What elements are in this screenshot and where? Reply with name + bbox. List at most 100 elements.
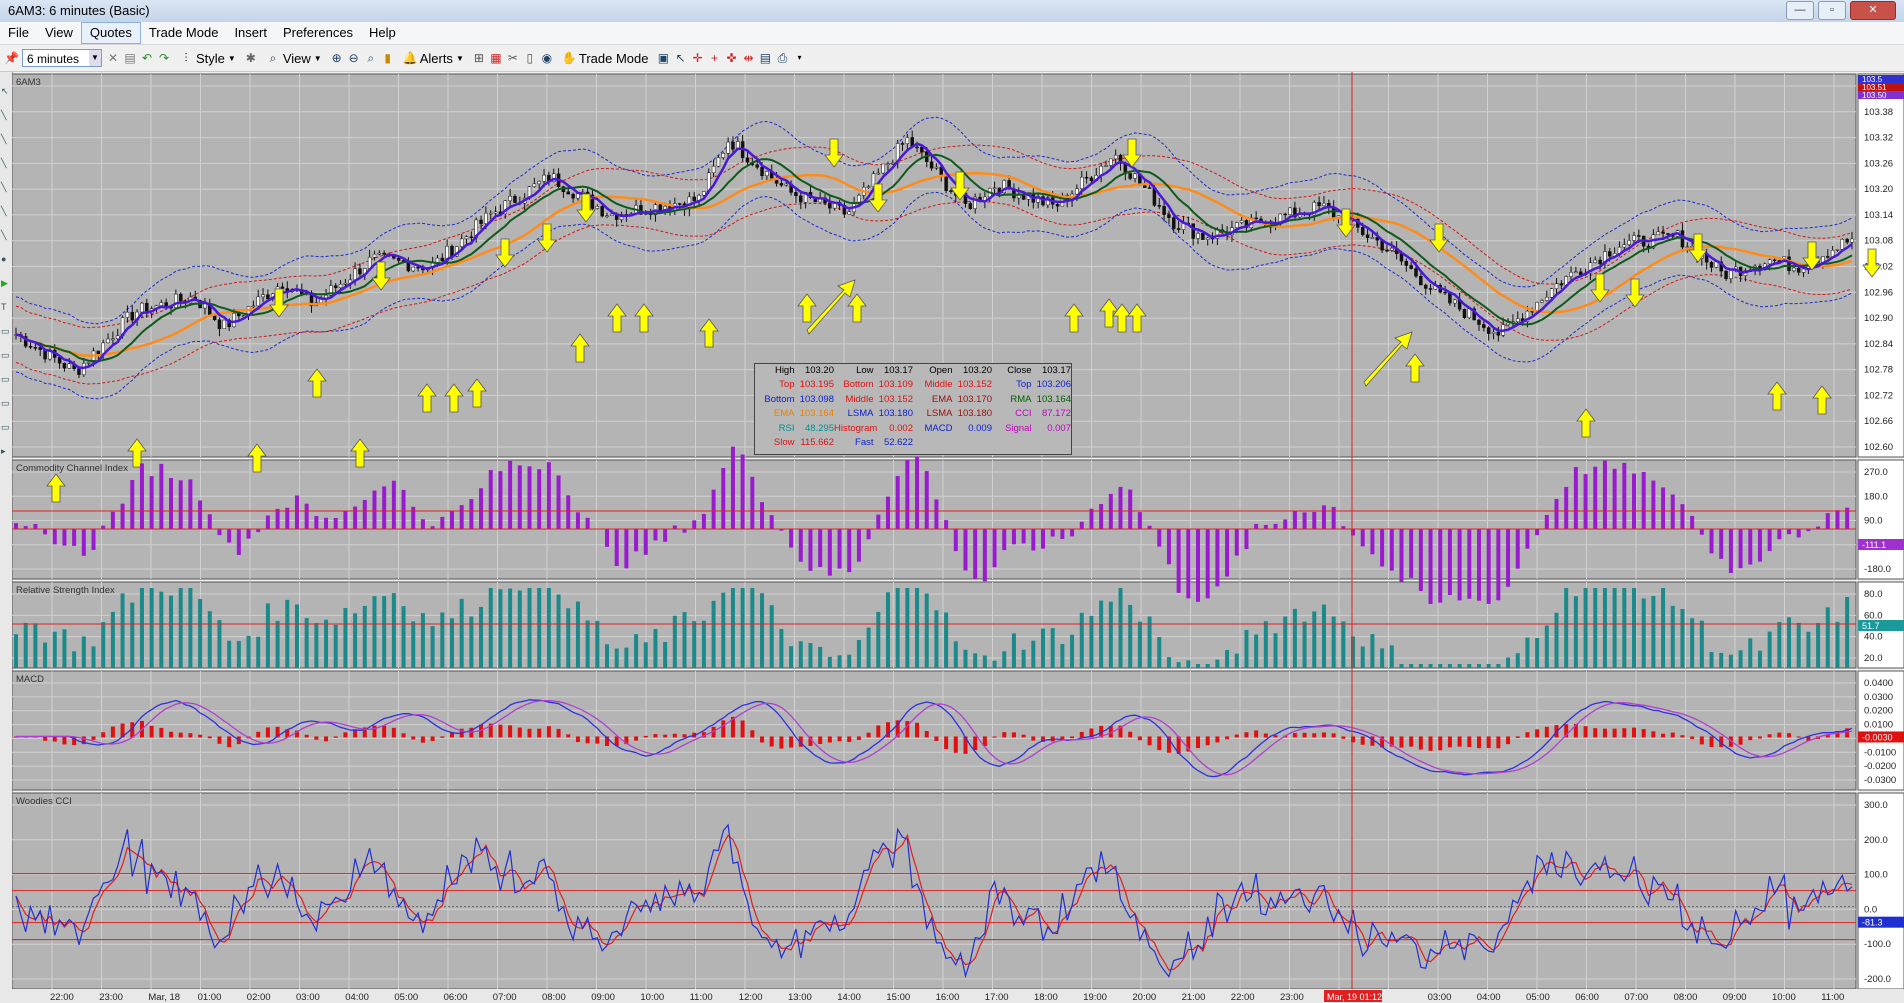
cci-bar xyxy=(294,495,299,530)
candle-body xyxy=(537,181,541,185)
view-button[interactable]: ⌕ View ▼ xyxy=(266,51,321,66)
menu-help[interactable]: Help xyxy=(361,23,404,43)
camera-icon[interactable]: ⎙ xyxy=(775,51,789,65)
undo-icon[interactable]: ↶ xyxy=(140,51,154,65)
pin-icon[interactable]: 📌 xyxy=(4,51,19,65)
cursor-icon[interactable]: ↖ xyxy=(673,51,687,65)
data-window-label: EMA xyxy=(773,408,795,420)
arrow-cross-icon[interactable]: ⇹ xyxy=(741,51,755,65)
bar-chart-icon[interactable]: ▮ xyxy=(381,51,395,65)
rsi-bar xyxy=(333,624,338,668)
line-tool-icon[interactable]: ╲ xyxy=(1,110,11,120)
page-icon[interactable]: ▯ xyxy=(523,51,537,65)
candle-body xyxy=(1685,246,1690,249)
rsi-bar xyxy=(1748,638,1753,668)
rsi-bar xyxy=(353,613,358,668)
cci-bar xyxy=(992,529,997,568)
cci-bar xyxy=(915,456,920,530)
rsi-bar xyxy=(1602,588,1607,668)
macd-histogram-bar xyxy=(1486,736,1491,749)
play-tool-icon[interactable]: ▶ xyxy=(1,278,11,288)
axis-tick-label: 103.14 xyxy=(1864,210,1893,221)
candle-body xyxy=(280,286,285,289)
chevron-down-icon[interactable]: ▼ xyxy=(89,50,101,66)
shape-tool-icon[interactable]: ▭ xyxy=(1,422,11,432)
line-tool-icon[interactable]: ╲ xyxy=(1,134,11,144)
shape-tool-icon[interactable]: ▭ xyxy=(1,398,11,408)
cci-bar xyxy=(110,511,115,530)
axis-tick-label: 102.66 xyxy=(1864,416,1893,427)
cci-bar xyxy=(634,529,639,552)
minimize-button[interactable]: — xyxy=(1786,1,1814,20)
circle-tool-icon[interactable]: ● xyxy=(1,254,11,264)
layout-icon[interactable]: ▤ xyxy=(758,51,772,65)
crosshair-icon[interactable]: ✛ xyxy=(690,51,704,65)
macd-histogram-bar xyxy=(915,722,920,738)
rsi-bar xyxy=(246,635,251,668)
macd-histogram-bar xyxy=(1447,736,1452,748)
axis-tick-label: 180.0 xyxy=(1864,491,1888,502)
rsi-bar xyxy=(856,640,861,668)
macd-histogram-bar xyxy=(198,734,203,738)
redo-icon[interactable]: ↷ xyxy=(157,51,171,65)
shape-tool-icon[interactable]: ▭ xyxy=(1,326,11,336)
zoom-menu-icon[interactable]: ⌕ xyxy=(364,51,378,65)
cci-bar xyxy=(818,529,823,568)
style-button[interactable]: ⫶ Style ▼ xyxy=(179,51,235,66)
candle-body xyxy=(67,363,72,369)
scissors-icon[interactable]: ✂ xyxy=(506,51,520,65)
target-cross-icon[interactable]: ✜ xyxy=(724,51,738,65)
eye-icon[interactable]: ◉ xyxy=(540,51,554,65)
rsi-bar xyxy=(1845,596,1850,668)
candle-body xyxy=(1666,233,1670,235)
overflow-icon[interactable]: ▾ xyxy=(792,51,806,65)
plus-cursor-icon[interactable]: + xyxy=(707,51,721,65)
shape-tool-icon[interactable]: ▭ xyxy=(1,374,11,384)
menu-preferences[interactable]: Preferences xyxy=(275,23,361,43)
cci-bar xyxy=(1757,529,1762,562)
zoom-out-icon[interactable]: ⊖ xyxy=(347,51,361,65)
cci-bar xyxy=(1176,529,1181,593)
maximize-button[interactable]: ▫ xyxy=(1818,1,1846,20)
line-tool-icon[interactable]: ╲ xyxy=(1,158,11,168)
color-palette-icon[interactable]: ▦ xyxy=(489,51,503,65)
copy-icon[interactable]: ▤ xyxy=(123,51,137,65)
macd-histogram-bar xyxy=(1234,734,1239,738)
candle-body xyxy=(1055,203,1060,207)
trade-mode-button[interactable]: ✋ Trade Mode xyxy=(562,51,649,66)
time-axis-label: 11:00 xyxy=(690,992,713,1003)
line-tool-icon[interactable]: ╲ xyxy=(1,182,11,192)
zoom-in-icon[interactable]: ⊕ xyxy=(330,51,344,65)
woodies-axis[interactable] xyxy=(1857,792,1904,990)
shape-tool-icon[interactable]: ▭ xyxy=(1,350,11,360)
rsi-bar xyxy=(517,590,522,668)
line-tool-icon[interactable]: ╲ xyxy=(1,206,11,216)
line-tool-icon[interactable]: ╲ xyxy=(1,230,11,240)
settings-icon[interactable]: ✱ xyxy=(244,51,258,65)
time-axis-label: 09:00 xyxy=(1723,992,1747,1003)
menu-quotes[interactable]: Quotes xyxy=(80,22,141,44)
hierarchy-icon[interactable]: ⊞ xyxy=(472,51,486,65)
menu-trade-mode[interactable]: Trade Mode xyxy=(141,23,227,43)
expand-icon[interactable]: ▸ xyxy=(1,446,11,456)
alerts-button[interactable]: 🔔 Alerts ▼ xyxy=(403,51,464,66)
text-tool-icon[interactable]: T xyxy=(1,302,11,312)
close-button[interactable]: ✕ xyxy=(1850,1,1896,20)
menu-view[interactable]: View xyxy=(37,23,81,43)
candle-body xyxy=(1162,206,1166,215)
interval-select[interactable]: 6 minutes ▼ xyxy=(22,49,102,67)
cursor-tool-icon[interactable]: ↖ xyxy=(1,86,11,96)
monitor-icon[interactable]: ▣ xyxy=(656,51,670,65)
cci-bar xyxy=(827,529,832,576)
rsi-bar xyxy=(479,606,484,668)
menu-insert[interactable]: Insert xyxy=(226,23,275,43)
time-axis-label: 04:00 xyxy=(1477,992,1501,1003)
candle-body xyxy=(222,319,227,329)
rsi-bar xyxy=(1554,612,1559,668)
time-axis-label: 12:00 xyxy=(739,992,763,1003)
macd-histogram-bar xyxy=(1244,732,1249,738)
chart-area[interactable]: 103.44103.38103.32103.26103.20103.14103.… xyxy=(12,72,1904,1003)
candle-body xyxy=(532,183,537,187)
menu-file[interactable]: File xyxy=(0,23,37,43)
close-chart-icon[interactable]: ✕ xyxy=(106,51,120,65)
